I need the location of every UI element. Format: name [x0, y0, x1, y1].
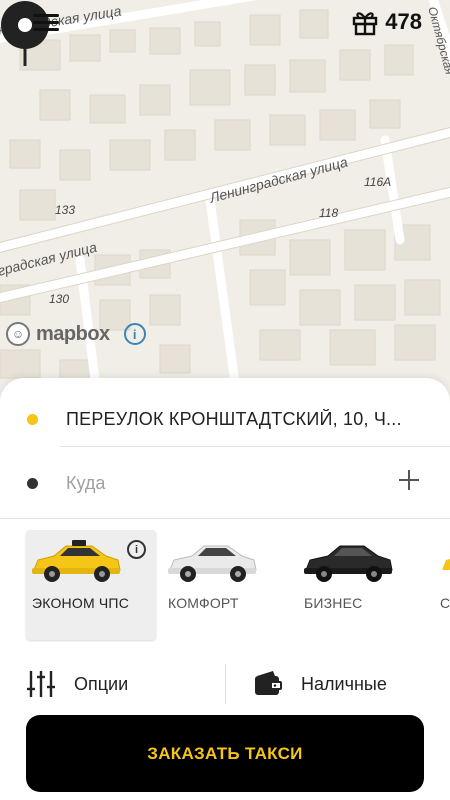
bonus-count: 478 [385, 9, 422, 34]
tariff-label: БИЗНЕС [304, 595, 363, 611]
tariff-business[interactable]: БИЗНЕС [298, 530, 428, 640]
tariff-carousel[interactable]: i ЭКОНОМ ЧПС КОМФОРТ БИЗНЕС С [0, 530, 450, 642]
tariff-econom[interactable]: i ЭКОНОМ ЧПС [26, 530, 156, 640]
pickup-address-row[interactable]: ПЕРЕУЛОК КРОНШТАДТСКИЙ, 10, Ч... [0, 398, 450, 442]
wallet-icon [255, 671, 282, 695]
house-number: 118 [319, 206, 339, 220]
options-bar: Опции Наличные [0, 664, 450, 704]
tariff-comfort[interactable]: КОМФОРТ [162, 530, 292, 640]
destination-dot-icon [27, 478, 38, 489]
tariff-partial[interactable]: С [434, 530, 450, 640]
menu-button[interactable] [33, 14, 59, 34]
options-button[interactable]: Опции [26, 664, 128, 704]
divider [60, 446, 450, 447]
mapbox-logo-icon: ☺ [6, 322, 30, 346]
sliders-icon [27, 671, 55, 697]
order-taxi-button[interactable]: ЗАКАЗАТЬ ТАКСИ [26, 715, 424, 792]
business-car-icon [304, 545, 393, 582]
payment-label: Наличные [301, 673, 387, 694]
map-info-icon[interactable]: i [123, 323, 146, 345]
tariff-label: КОМФОРТ [168, 595, 239, 611]
bonus-counter[interactable]: 478 [351, 8, 422, 36]
pickup-dot-icon [27, 414, 38, 425]
comfort-car-icon [168, 545, 257, 582]
mapbox-attribution[interactable]: ☺ mapbox i [6, 322, 146, 346]
gift-icon [353, 12, 378, 36]
house-number: 116А [364, 175, 392, 189]
destination-placeholder: Куда [66, 473, 106, 493]
house-number: 133 [55, 203, 76, 217]
options-label: Опции [74, 673, 129, 694]
destination-row[interactable]: Куда [0, 462, 450, 506]
taxi-car-icon [442, 559, 450, 570]
divider [0, 518, 450, 519]
tariff-label: С [440, 595, 450, 611]
order-button-label: ЗАКАЗАТЬ ТАКСИ [147, 743, 303, 763]
taxi-car-icon [32, 540, 121, 582]
order-panel: ПЕРЕУЛОК КРОНШТАДТСКИЙ, 10, Ч... Куда i … [0, 378, 450, 800]
mapbox-wordmark: mapbox [36, 322, 110, 345]
tariff-info-icon[interactable]: i [127, 540, 146, 559]
add-stop-plus-icon[interactable] [396, 467, 422, 493]
payment-method-button[interactable]: Наличные [253, 664, 387, 704]
map-view[interactable]: нинградская улица Ленинградская улица гр… [0, 0, 450, 420]
pickup-address: ПЕРЕУЛОК КРОНШТАДТСКИЙ, 10, Ч... [66, 409, 402, 429]
hamburger-menu-icon [33, 14, 59, 17]
divider [225, 664, 226, 704]
house-number: 130 [49, 292, 70, 306]
tariff-label: ЭКОНОМ ЧПС [32, 595, 130, 611]
